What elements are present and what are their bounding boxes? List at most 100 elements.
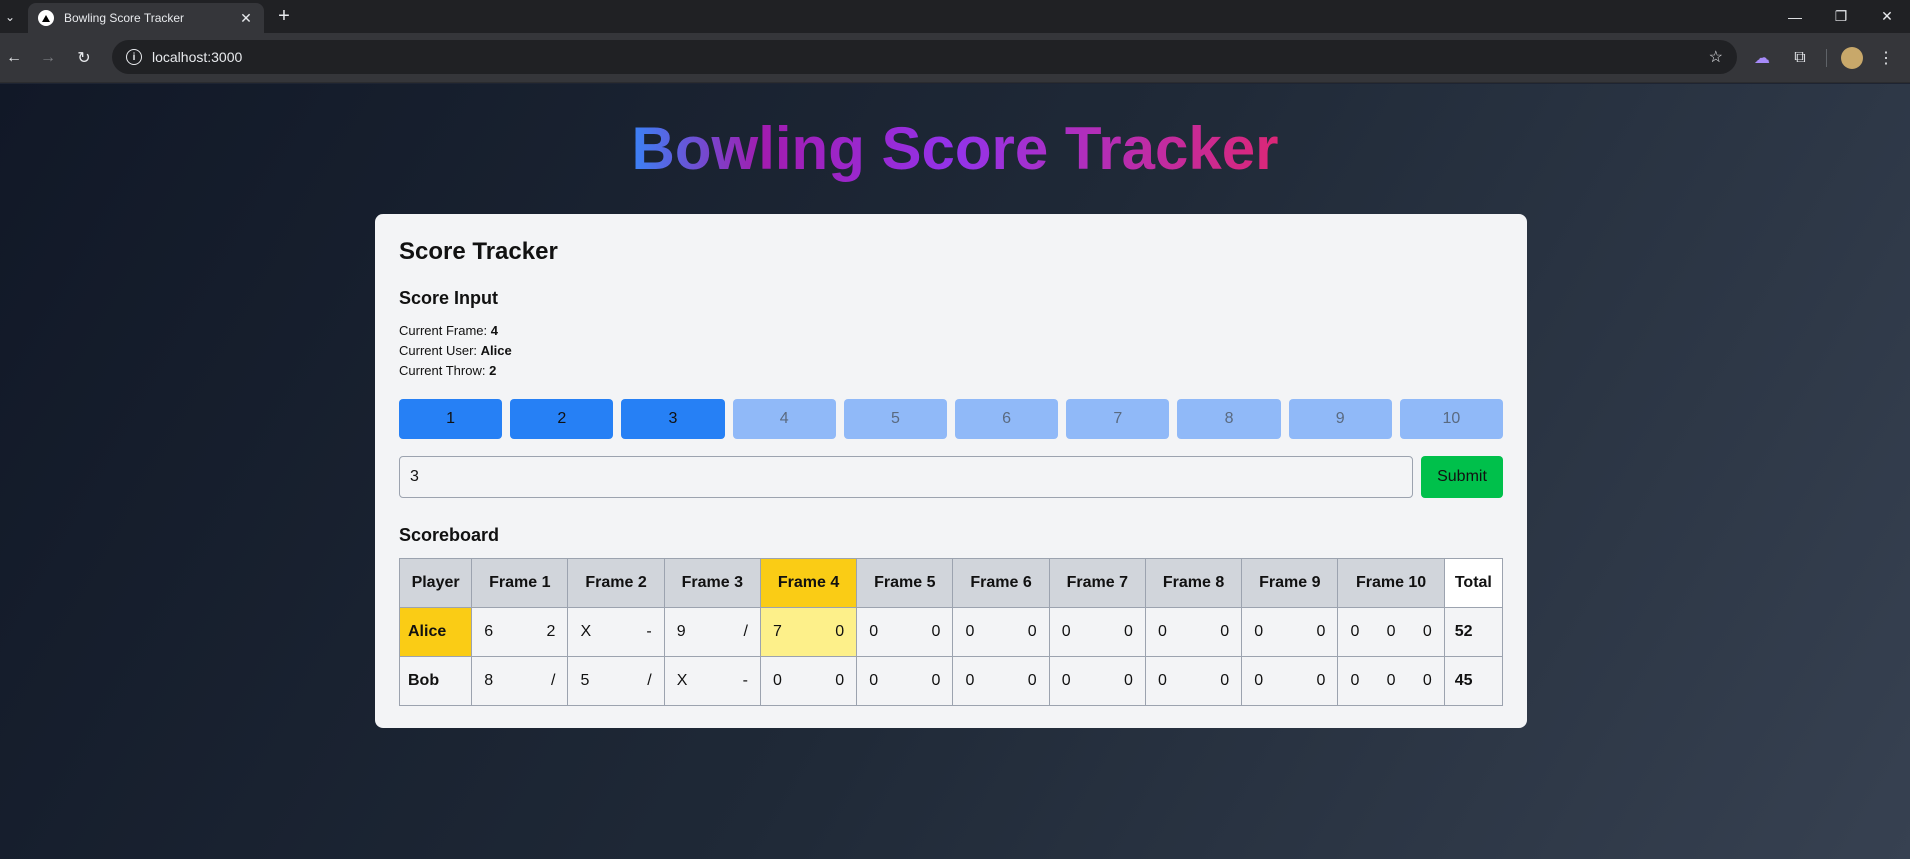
score-input-heading: Score Input: [399, 288, 499, 308]
throw-value: 0: [931, 623, 941, 640]
throw-value: 0: [1061, 672, 1071, 689]
new-tab-icon[interactable]: +: [272, 4, 296, 28]
throw-value: X: [676, 672, 688, 689]
back-icon[interactable]: ←: [2, 46, 26, 70]
pin-button-1[interactable]: 1: [399, 399, 503, 439]
frame-throws: 70: [773, 623, 844, 641]
throw-value: 0: [1422, 672, 1432, 689]
throw-value: -: [742, 672, 748, 689]
header-frame-9: Frame 9: [1241, 558, 1339, 608]
pin-button-6[interactable]: 6: [955, 399, 1059, 439]
table-row: Alice 6 2 X -9/7 0 0 0 0 0 0 0 0 0 0 0 0 0 0 52: [398, 607, 1504, 657]
toolbar-divider: [1826, 49, 1827, 67]
frame-cell: 00: [952, 607, 1050, 657]
throw-value: 0: [1157, 623, 1167, 640]
card-title: Score Tracker: [399, 238, 558, 265]
reload-icon[interactable]: ↻: [72, 46, 96, 70]
frame-cell: 00: [1241, 607, 1339, 657]
frame-cell: 9/: [663, 607, 761, 657]
throw-value: -: [646, 623, 652, 640]
minimize-icon[interactable]: —: [1772, 0, 1818, 33]
frame-throws: 00: [965, 672, 1036, 690]
throw-value: 0: [1350, 672, 1360, 689]
throw-value: 8: [484, 672, 494, 689]
current-throw-value: 2: [489, 363, 497, 378]
frame-throws: 62: [484, 623, 555, 641]
pin-button-7[interactable]: 7: [1066, 399, 1170, 439]
throw-value: 0: [1254, 672, 1264, 689]
frame-throws: 8/: [484, 672, 555, 690]
extensions-puzzle-icon[interactable]: ⧉: [1788, 46, 1812, 70]
frame-throws: 00: [1158, 672, 1229, 690]
tab-search-chevron-icon[interactable]: ⌄: [0, 0, 20, 33]
throw-value: 0: [835, 623, 845, 640]
frame-cell: 00: [1048, 607, 1146, 657]
throw-value: /: [550, 672, 556, 689]
throw-value: 0: [1220, 672, 1230, 689]
throw-value: 0: [1124, 672, 1133, 689]
frame-cell: 00: [1241, 656, 1339, 706]
throw-value: 0: [1027, 672, 1037, 689]
frame-cell: 0 0 0: [1337, 656, 1445, 706]
restore-icon[interactable]: ❐: [1818, 0, 1864, 33]
header-frame-4: Frame 4: [759, 558, 858, 608]
frame-throws: 0 0 0: [1350, 672, 1431, 690]
throw-value: 6: [484, 623, 494, 640]
frame-throws: 00: [1254, 672, 1325, 690]
forward-icon[interactable]: →: [36, 46, 60, 70]
bookmark-star-icon[interactable]: ☆: [1709, 47, 1723, 67]
pin-button-4[interactable]: 4: [732, 399, 836, 439]
frame-throws: X-: [580, 623, 651, 641]
header-total: Total: [1443, 558, 1504, 608]
browser-tab-bar: ⌄ Bowling Score Tracker ✕ + — ❐ ✕: [0, 0, 1910, 33]
frame-throws: 00: [773, 672, 844, 690]
header-frame-2: Frame 2: [567, 558, 665, 608]
header-frame-8: Frame 8: [1144, 558, 1243, 608]
pin-button-2[interactable]: 2: [510, 399, 614, 439]
browser-toolbar: ← → ↻ i localhost:3000 ☆ ☁ ⧉ ⋮: [0, 33, 1910, 83]
frame-cell: 00: [856, 656, 954, 706]
throw-value: 0: [1316, 672, 1326, 689]
throw-value: 9: [676, 623, 686, 640]
throw-value: 0: [1061, 623, 1071, 640]
close-window-icon[interactable]: ✕: [1864, 0, 1910, 33]
frame-cell: 00: [1144, 656, 1243, 706]
total-score: 52: [1443, 607, 1504, 657]
total-score: 45: [1443, 656, 1504, 706]
site-info-icon[interactable]: i: [126, 49, 142, 65]
pin-button-10[interactable]: 10: [1399, 399, 1504, 439]
frame-cell: 00: [856, 607, 954, 657]
submit-button[interactable]: Submit: [1421, 456, 1503, 498]
pin-button-3[interactable]: 3: [621, 399, 725, 439]
throw-value: 0: [1157, 672, 1167, 689]
browser-tab[interactable]: Bowling Score Tracker ✕: [28, 3, 264, 33]
menu-kebab-icon[interactable]: ⋮: [1874, 46, 1898, 70]
header-frame-1: Frame 1: [471, 558, 569, 608]
address-bar[interactable]: i localhost:3000 ☆: [112, 40, 1737, 74]
current-throw-info: Current Throw: 2: [399, 363, 497, 378]
throw-value: 0: [1316, 623, 1326, 640]
extension-icon[interactable]: ☁: [1750, 46, 1774, 70]
throw-value: 0: [965, 623, 975, 640]
throw-value: 0: [869, 623, 879, 640]
score-input[interactable]: [399, 456, 1413, 498]
frame-cell: 8/: [471, 656, 569, 706]
pin-button-5[interactable]: 5: [843, 399, 948, 439]
header-frame-7: Frame 7: [1048, 558, 1146, 608]
pin-button-9[interactable]: 9: [1288, 399, 1392, 439]
tab-close-icon[interactable]: ✕: [238, 10, 254, 27]
frame-cell: 5/: [567, 656, 665, 706]
throw-value: 0: [1220, 623, 1230, 640]
frame-throws: 00: [965, 623, 1036, 641]
pin-button-8[interactable]: 8: [1177, 399, 1281, 439]
scoreboard-table: Player Frame 1 Frame 2 Frame 3 Frame 4 F…: [398, 558, 1504, 706]
frame-cell: 00: [1144, 607, 1243, 657]
header-player: Player: [398, 558, 473, 608]
profile-avatar[interactable]: [1840, 46, 1864, 70]
current-user-info: Current User: Alice: [399, 343, 512, 358]
frame-throws: 00: [1254, 623, 1325, 641]
throw-value: 7: [772, 623, 782, 640]
current-frame-info: Current Frame: 4: [399, 323, 498, 338]
frame-cell: 62: [471, 607, 569, 657]
player-name: Alice: [398, 607, 473, 657]
